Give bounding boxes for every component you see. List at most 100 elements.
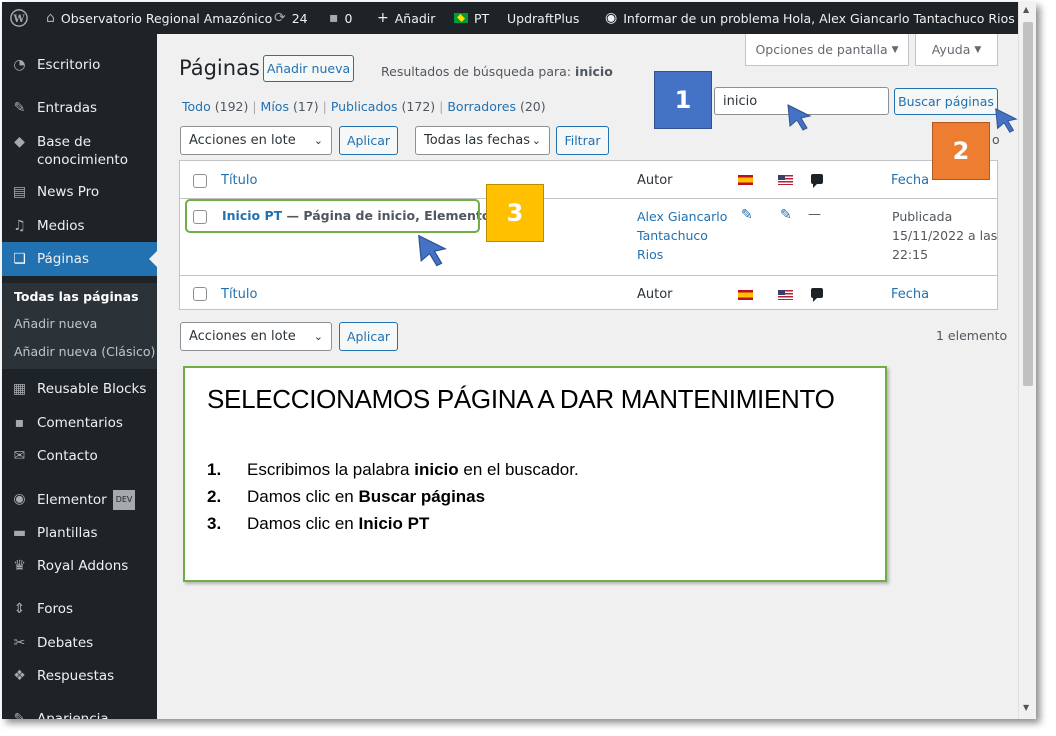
- sidebar-item-debates[interactable]: ✂ Debates: [2, 634, 157, 652]
- row-author-link[interactable]: Alex Giancarlo Tantachuco Rios: [637, 207, 727, 264]
- instructions-callout: SELECCIONAMOS PÁGINA A DAR MANTENIMIENTO…: [183, 366, 887, 582]
- sidebar-item-respuestas[interactable]: ❖ Respuestas: [2, 667, 157, 685]
- screen-options-toggle[interactable]: Opciones de pantalla ▼: [745, 34, 909, 66]
- appearance-icon: ✎: [13, 711, 26, 719]
- sidebar-item-contacto[interactable]: ✉ Contacto: [2, 447, 157, 465]
- search-results-label: Resultados de búsqueda para: inicio: [381, 64, 613, 79]
- scroll-up-icon[interactable]: ▲: [1023, 5, 1029, 14]
- help-toggle[interactable]: Ayuda ▼: [915, 34, 998, 66]
- apply-button[interactable]: Aplicar: [339, 126, 398, 155]
- item-count: 1 elemento: [936, 328, 1008, 343]
- apply-button-bottom[interactable]: Aplicar: [339, 322, 398, 351]
- chevron-down-icon: ⌄: [313, 134, 323, 147]
- us-flag-icon: [778, 290, 793, 300]
- account-menu[interactable]: Hola, Alex Giancarlo Tantachuco Rios: [783, 2, 1036, 34]
- elementor-icon: ◉: [13, 491, 26, 507]
- date-filter-select[interactable]: Todas las fechas ⌄: [415, 126, 550, 155]
- arrow-cursor-icon: [418, 234, 447, 267]
- add-new-page-button[interactable]: Añadir nueva: [263, 55, 354, 82]
- admin-sidebar: ◔ Escritorio ✎ Entradas ◆ Base de conoci…: [2, 34, 157, 719]
- instruction-step-3: 3. Damos clic en Inicio PT: [207, 514, 430, 533]
- sidebar-item-apariencia[interactable]: ✎ Apariencia: [2, 710, 157, 719]
- brazil-flag-icon: [454, 13, 468, 23]
- caret-down-icon: ▼: [974, 44, 982, 55]
- callout-title: SELECCIONAMOS PÁGINA A DAR MANTENIMIENTO: [207, 384, 835, 414]
- sidebar-item-paginas[interactable]: ❏ Páginas: [2, 242, 157, 276]
- sidebar-item-reusable-blocks[interactable]: ▦ Reusable Blocks: [2, 380, 157, 398]
- arrow-cursor-icon: [995, 108, 1018, 133]
- comments-link[interactable]: ▪ 0: [329, 2, 352, 34]
- site-name-link[interactable]: ⌂ Observatorio Regional Amazónico: [46, 2, 272, 34]
- sidebar-item-plantillas[interactable]: ▬ Plantillas: [2, 524, 157, 542]
- page-scrollbar[interactable]: ▲ ▼: [1018, 2, 1036, 719]
- column-title-sort-footer[interactable]: Título: [221, 287, 257, 302]
- comments-column-icon: [811, 288, 823, 302]
- edit-spanish-translation-icon[interactable]: ✎: [741, 207, 753, 223]
- language-switcher[interactable]: PT: [454, 2, 489, 34]
- new-content-link[interactable]: + Añadir: [377, 2, 435, 34]
- sidebar-item-escritorio[interactable]: ◔ Escritorio: [2, 56, 157, 74]
- updraftplus-link[interactable]: UpdraftPlus: [507, 2, 579, 34]
- blocks-icon: ▦: [12, 381, 27, 397]
- sidebar-item-medios[interactable]: ♫ Medios: [2, 217, 157, 235]
- pages-table: Título Autor Fecha Inicio PT — Página de…: [179, 160, 998, 310]
- filter-button[interactable]: Filtrar: [556, 126, 609, 155]
- report-problem-link[interactable]: ◉ Informar de un problema: [605, 2, 780, 34]
- submenu-add-new[interactable]: Añadir nueva: [14, 316, 97, 331]
- elementor-icon: ◉: [605, 10, 618, 26]
- graduation-cap-icon: ◆: [14, 134, 25, 150]
- dev-badge: DEV: [112, 490, 136, 510]
- annotation-box-2: 2: [932, 122, 990, 180]
- updates-icon: ⟳: [274, 10, 286, 26]
- mail-icon: ✉: [13, 448, 26, 464]
- spain-flag-icon: [738, 290, 753, 300]
- bulk-actions-select[interactable]: Acciones en lote ⌄: [180, 126, 332, 155]
- debates-icon: ✂: [13, 635, 26, 651]
- scroll-thumb[interactable]: [1023, 22, 1033, 386]
- chevron-down-icon: ⌄: [531, 134, 541, 147]
- us-flag-icon: [778, 175, 793, 185]
- crown-icon: ♛: [13, 558, 26, 574]
- page-title: Páginas: [179, 56, 260, 80]
- sidebar-item-entradas[interactable]: ✎ Entradas: [2, 99, 157, 117]
- select-all-checkbox-footer[interactable]: [193, 287, 207, 301]
- filter-all[interactable]: Todo: [182, 99, 211, 114]
- forums-icon: ⇕: [13, 601, 26, 617]
- column-title-sort[interactable]: Título: [221, 173, 257, 188]
- filter-drafts[interactable]: Borradores: [447, 99, 516, 114]
- row-date: Publicada 15/11/2022 a las 22:15: [892, 209, 998, 262]
- sidebar-item-news-pro[interactable]: ▤ News Pro: [2, 183, 157, 201]
- select-all-checkbox[interactable]: [193, 174, 207, 188]
- svg-text:W: W: [12, 14, 25, 25]
- status-filters: Todo (192) | Míos (17) | Publicados (172…: [182, 99, 546, 114]
- wordpress-logo-icon[interactable]: W: [10, 2, 28, 34]
- bulk-actions-select-bottom[interactable]: Acciones en lote ⌄: [180, 322, 332, 351]
- sidebar-item-foros[interactable]: ⇕ Foros: [2, 600, 157, 618]
- sidebar-item-elementor[interactable]: ◉ Elementor DEV: [2, 490, 157, 510]
- search-pages-button[interactable]: Buscar páginas: [894, 88, 998, 115]
- browser-viewport: W ⌂ Observatorio Regional Amazónico ⟳ 24…: [2, 2, 1036, 719]
- filter-mine[interactable]: Míos: [261, 99, 289, 114]
- updates-link[interactable]: ⟳ 24: [274, 2, 308, 34]
- scroll-down-icon[interactable]: ▼: [1023, 703, 1029, 712]
- submenu-add-new-classic[interactable]: Añadir nueva (Clásico): [14, 344, 155, 359]
- column-date-sort[interactable]: Fecha: [891, 173, 929, 188]
- edit-english-translation-icon[interactable]: ✎: [780, 207, 792, 223]
- column-author: Autor: [637, 173, 673, 188]
- news-icon: ▤: [12, 184, 27, 200]
- filter-published[interactable]: Publicados: [331, 99, 398, 114]
- comment-icon: ▪: [329, 10, 339, 26]
- submenu-all-pages[interactable]: Todas las páginas: [14, 289, 139, 304]
- arrow-cursor-icon: [787, 104, 812, 131]
- spain-flag-icon: [738, 175, 753, 185]
- sidebar-item-comentarios[interactable]: ▪ Comentarios: [2, 414, 157, 432]
- home-icon: ⌂: [46, 10, 55, 26]
- instruction-step-1: 1. Escribimos la palabra inicio en el bus…: [207, 460, 579, 479]
- column-date-sort-footer[interactable]: Fecha: [891, 287, 929, 302]
- highlight-inicio-pt: [185, 199, 480, 233]
- caret-down-icon: ▼: [891, 44, 899, 55]
- sidebar-item-base-conocimiento[interactable]: ◆ Base de conocimiento: [2, 133, 157, 169]
- comment-icon: ▪: [14, 415, 25, 431]
- sidebar-item-royal-addons[interactable]: ♛ Royal Addons: [2, 557, 157, 575]
- folder-icon: ▬: [12, 525, 27, 541]
